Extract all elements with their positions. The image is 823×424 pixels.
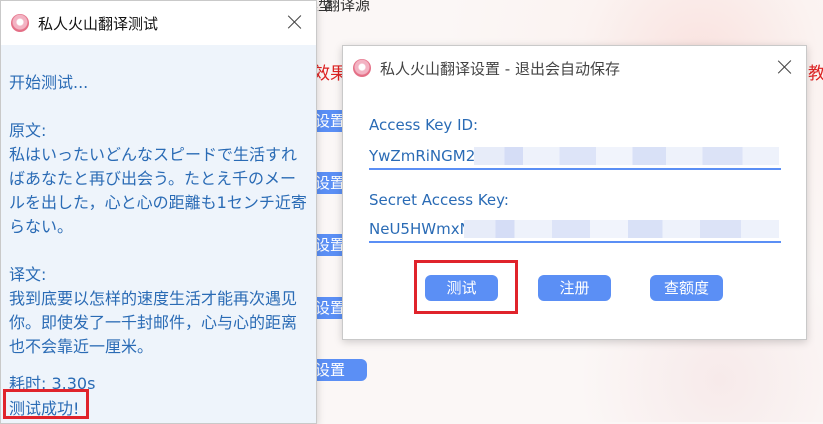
secret-key-label: Secret Access Key: — [369, 191, 509, 209]
close-icon[interactable] — [776, 58, 794, 76]
tutorial-red-text: 教 — [808, 64, 823, 84]
test-window: 私人火山翻译测试 开始测试... 原文: 私はいったいどんなスピードで生活すれば… — [0, 0, 317, 424]
test-window-title: 私人火山翻译测试 — [38, 14, 159, 33]
access-key-id-label: Access Key ID: — [369, 116, 479, 134]
redacted-mask — [464, 220, 779, 238]
app-logo-icon — [353, 59, 371, 77]
settings-window: 私人火山翻译设置 - 退出会自动保存 Access Key ID: Secret… — [342, 45, 807, 340]
settings-window-titlebar[interactable]: 私人火山翻译设置 - 退出会自动保存 — [343, 46, 806, 90]
translation-text: 我到底要以怎样的速度生活才能再次遇见你。即使发了一千封邮件，心与心的距离也不会靠… — [9, 289, 298, 356]
test-window-titlebar[interactable]: 私人火山翻译测试 — [1, 1, 316, 45]
start-line: 开始测试... — [9, 73, 89, 92]
redacted-mask — [474, 147, 779, 165]
settings-window-title: 私人火山翻译设置 - 退出会自动保存 — [380, 59, 620, 78]
app-logo-icon — [11, 14, 29, 32]
source-label: 原文: — [9, 121, 47, 140]
close-icon[interactable] — [286, 13, 304, 31]
test-button[interactable]: 测试 — [425, 275, 498, 301]
quota-button[interactable]: 查额度 — [650, 275, 723, 301]
test-output: 开始测试... 原文: 私はいったいどんなスピードで生活すればあなたと再び出会う… — [9, 71, 309, 359]
test-result: 测试成功! — [9, 399, 80, 418]
register-button[interactable]: 注册 — [538, 275, 611, 301]
source-text: 私はいったいどんなスピードで生活すればあなたと再び出会う。たとえ千のメールを出し… — [9, 145, 307, 236]
translation-label: 译文: — [9, 265, 47, 284]
